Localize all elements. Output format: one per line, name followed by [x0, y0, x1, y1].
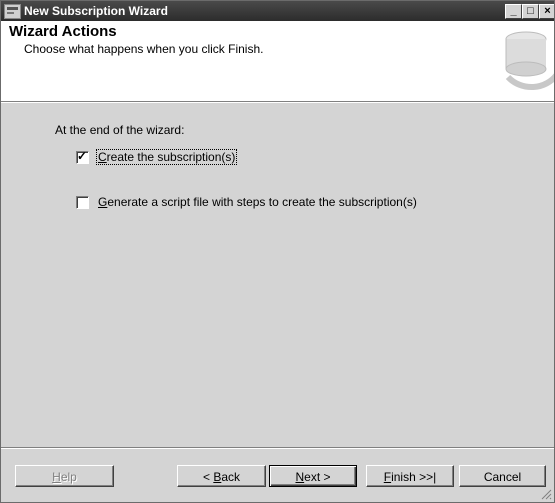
app-icon[interactable] — [4, 4, 21, 19]
window-title: New Subscription Wizard — [24, 4, 168, 18]
next-button[interactable]: Next > — [269, 465, 357, 487]
wizard-window: New Subscription Wizard _ □ × Wizard Act… — [0, 0, 555, 503]
generate-script-option[interactable]: Generate a script file with steps to cre… — [76, 194, 418, 210]
close-button[interactable]: × — [539, 4, 554, 19]
page-title: Wizard Actions — [9, 23, 117, 40]
back-button[interactable]: < Back — [177, 465, 266, 487]
check-icon: ✓ — [77, 148, 88, 163]
create-subscriptions-checkbox[interactable]: ✓ — [76, 148, 89, 164]
help-button[interactable]: Help — [15, 465, 114, 487]
maximize-button[interactable]: □ — [522, 4, 539, 19]
generate-script-checkbox[interactable] — [76, 195, 89, 209]
footer-divider-highlight — [1, 448, 554, 449]
generate-script-label[interactable]: Generate a script file with steps to cre… — [97, 195, 418, 209]
end-of-wizard-label: At the end of the wizard: — [55, 123, 185, 137]
finish-button[interactable]: Finish >>| — [366, 465, 454, 487]
wizard-header: Wizard Actions Choose what happens when … — [1, 21, 554, 102]
title-bar[interactable]: New Subscription Wizard _ □ × — [1, 1, 554, 21]
cancel-button[interactable]: Cancel — [459, 465, 546, 487]
page-subtitle: Choose what happens when you click Finis… — [24, 42, 264, 56]
header-divider — [1, 102, 554, 103]
create-subscriptions-option[interactable]: ✓ Create the subscription(s) — [76, 148, 238, 165]
create-subscriptions-label[interactable]: Create the subscription(s) — [95, 149, 238, 165]
database-logo-icon — [505, 31, 554, 91]
minimize-button[interactable]: _ — [505, 4, 522, 19]
resize-grip-icon[interactable] — [541, 489, 552, 500]
